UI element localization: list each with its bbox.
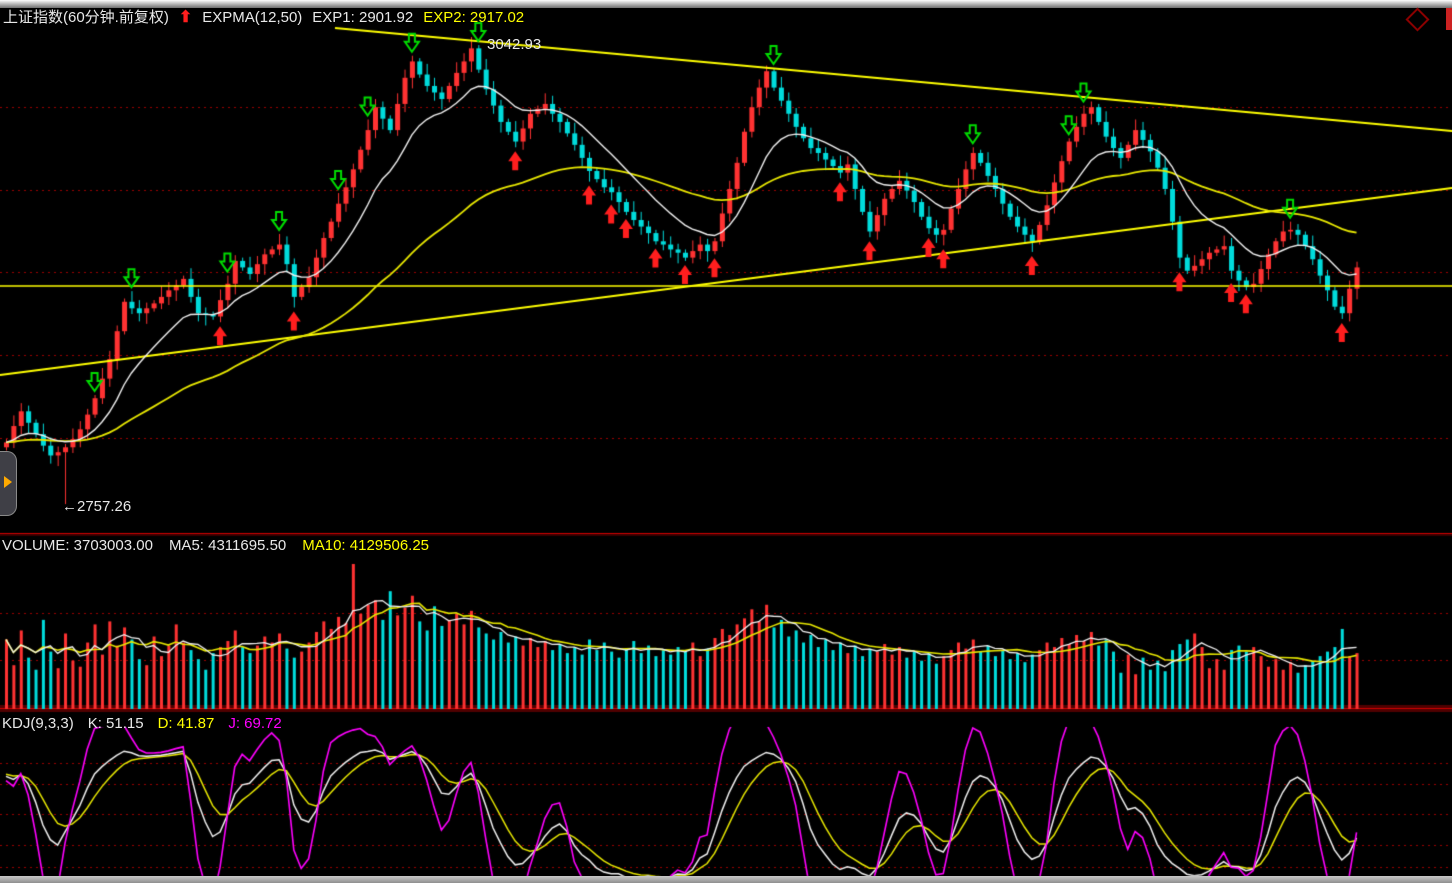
expand-arrow-icon bbox=[4, 476, 12, 488]
indicator-name-label[interactable]: EXPMA(12,50) bbox=[202, 9, 302, 26]
kdj-k-label: K: 51.15 bbox=[88, 715, 144, 732]
sidebar-expand-handle[interactable] bbox=[0, 451, 17, 516]
stock-app-window: 上证指数(60分钟.前复权) ⬆ EXPMA(12,50) EXP1: 2901… bbox=[0, 0, 1452, 883]
trough-price-annotation: ←2757.26 bbox=[62, 498, 131, 515]
exp2-value-label: EXP2: 2917.02 bbox=[423, 9, 524, 26]
peak-price-annotation: 3042.93 bbox=[487, 36, 541, 53]
volume-legend: VOLUME: 3703003.00 MA5: 4311695.50 MA10:… bbox=[2, 537, 429, 554]
up-arrow-icon: ⬆ bbox=[179, 9, 192, 26]
volume-value-label[interactable]: VOLUME: 3703003.00 bbox=[2, 537, 153, 554]
kdj-j-label: J: 69.72 bbox=[228, 715, 281, 732]
chart-canvas[interactable] bbox=[0, 0, 1452, 883]
chart-title: 上证指数(60分钟.前复权) bbox=[3, 9, 169, 26]
main-chart-legend: 上证指数(60分钟.前复权) ⬆ EXPMA(12,50) EXP1: 2901… bbox=[3, 9, 524, 26]
kdj-d-label: D: 41.87 bbox=[158, 715, 215, 732]
right-edge-marker bbox=[1446, 8, 1452, 30]
volume-ma10-label: MA10: 4129506.25 bbox=[302, 537, 429, 554]
volume-ma5-label: MA5: 4311695.50 bbox=[169, 537, 286, 554]
kdj-indicator-label[interactable]: KDJ(9,3,3) bbox=[2, 715, 74, 732]
exp1-value-label: EXP1: 2901.92 bbox=[312, 9, 413, 26]
kdj-legend: KDJ(9,3,3) K: 51.15 D: 41.87 J: 69.72 bbox=[2, 715, 282, 732]
horizontal-scrollbar[interactable] bbox=[0, 876, 1452, 883]
window-top-border bbox=[0, 0, 1452, 8]
